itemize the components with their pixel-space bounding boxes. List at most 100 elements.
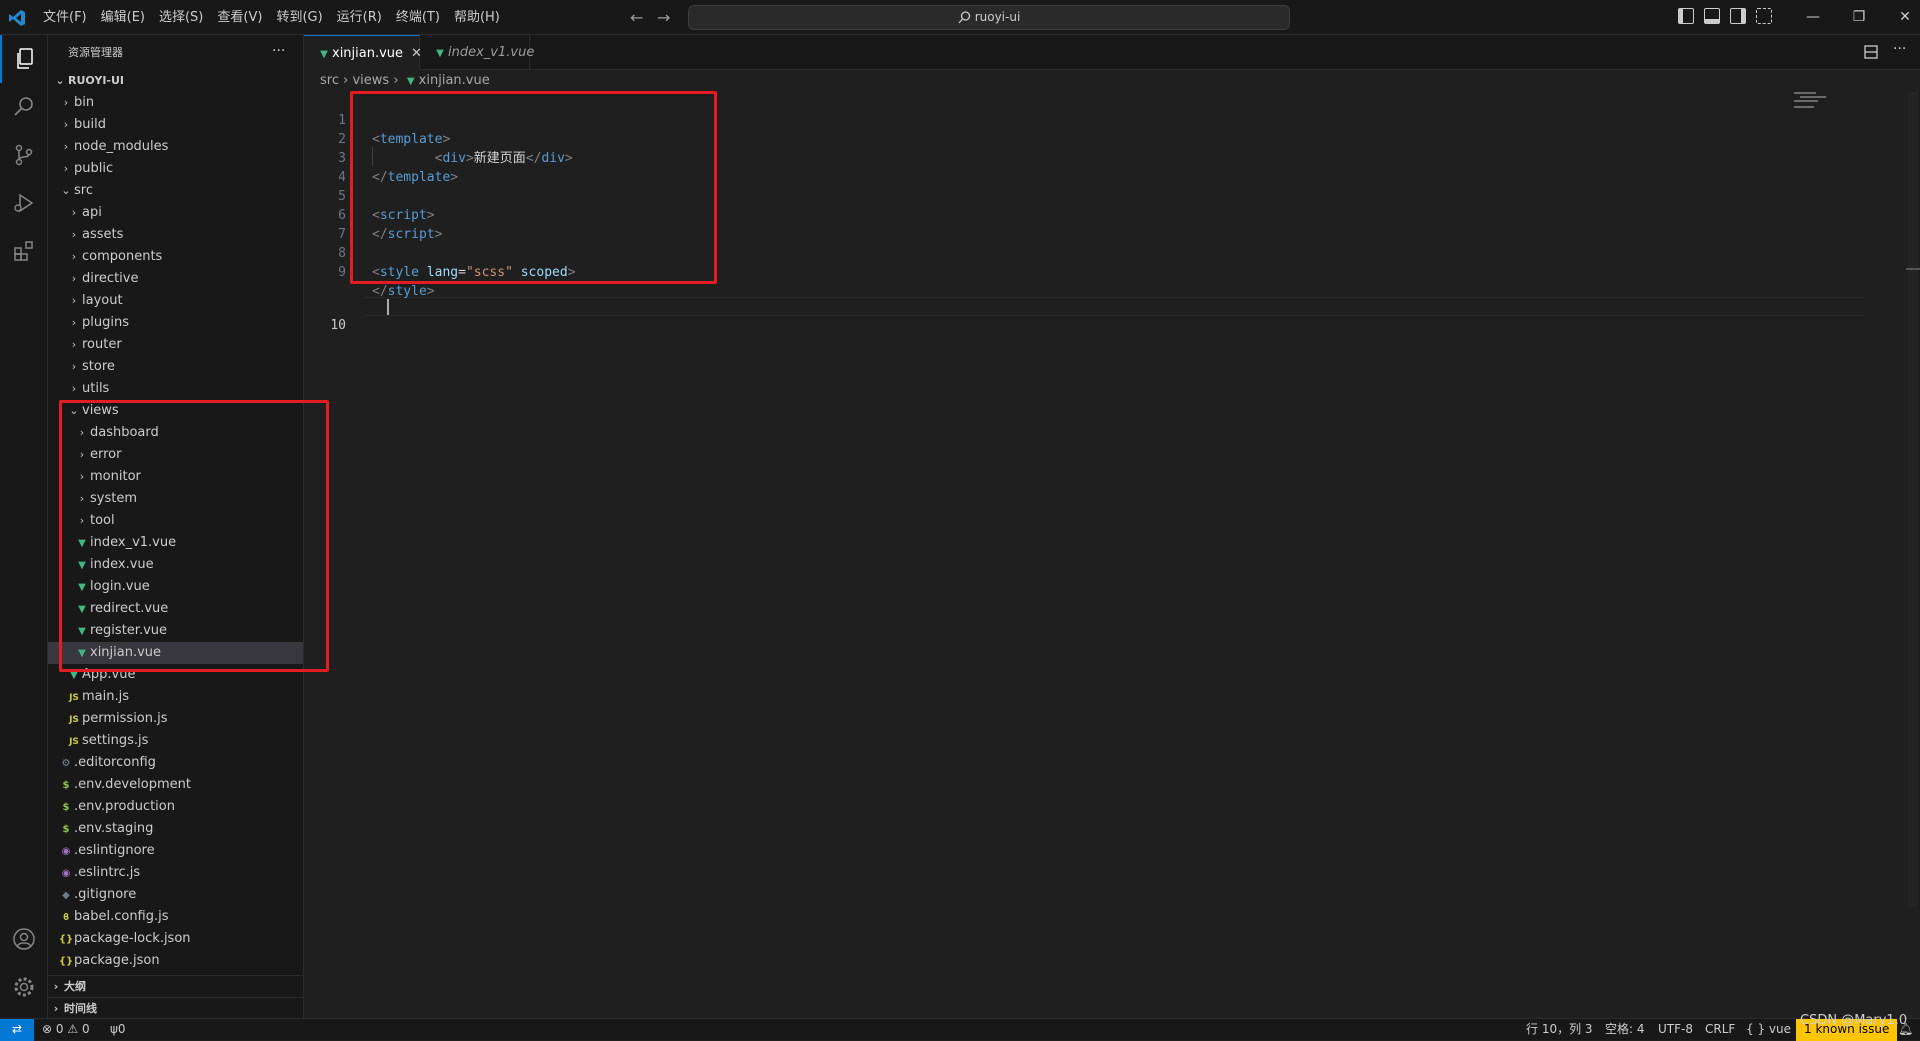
command-center-search[interactable]: ruoyi-ui <box>688 5 1290 30</box>
eslint-icon: ◉ <box>61 868 71 879</box>
close-button[interactable]: ✕ <box>1882 0 1920 35</box>
tree-file[interactable]: $ .env.staging <box>48 818 303 840</box>
tree-folder[interactable]: › build <box>48 114 303 136</box>
tree-file[interactable]: ϐ babel.config.js <box>48 906 303 928</box>
tree-folder[interactable]: › bin <box>48 92 303 114</box>
git-icon: ◆ <box>62 890 70 901</box>
json-file-icon: {} <box>58 956 74 967</box>
explorer-icon[interactable] <box>0 35 48 83</box>
source-control-icon[interactable] <box>0 131 48 179</box>
tree-file[interactable]: JS permission.js <box>48 708 303 730</box>
tree-file[interactable]: $ .env.development <box>48 774 303 796</box>
tree-item-label: babel.config.js <box>74 909 169 924</box>
tree-folder[interactable]: › api <box>48 202 303 224</box>
menu-edit[interactable]: 编辑(E) <box>94 0 152 35</box>
ports-indicator[interactable]: ψ0 <box>110 1019 126 1041</box>
chevron-right-icon: › <box>63 162 69 175</box>
command-center-text: ruoyi-ui <box>974 10 1021 24</box>
timeline-section[interactable]: › 时间线 <box>48 997 303 1018</box>
problems-indicator[interactable]: ⊗ 0 ⚠ 0 <box>42 1019 90 1041</box>
workspace-root[interactable]: ⌄ RUOYI-UI <box>48 70 303 92</box>
menu-view[interactable]: 查看(V) <box>210 0 269 35</box>
tree-folder[interactable]: › components <box>48 246 303 268</box>
indentation[interactable]: 空格: 4 <box>1605 1019 1645 1041</box>
code-line-7: 7 <box>304 206 351 242</box>
split-editor-icon[interactable] <box>1864 45 1878 59</box>
tab-xinjian-vue[interactable]: ▼ xinjian.vue ✕ <box>304 35 422 70</box>
menu-selection[interactable]: 选择(S) <box>152 0 210 35</box>
braces-icon: { } <box>1746 1022 1766 1036</box>
manage-gear-icon[interactable] <box>0 963 48 1011</box>
warning-count: 0 <box>81 1022 90 1036</box>
tree-folder[interactable]: › assets <box>48 224 303 246</box>
extensions-icon[interactable] <box>0 227 48 275</box>
vscode-logo-icon <box>9 10 25 26</box>
tree-folder[interactable]: › plugins <box>48 312 303 334</box>
chevron-right-icon: › <box>71 228 77 241</box>
language-mode[interactable]: { } vue <box>1746 1019 1791 1041</box>
tree-item-label: public <box>74 161 114 176</box>
breadcrumb-file[interactable]: xinjian.vue <box>419 73 490 88</box>
tree-item-label: node_modules <box>74 139 169 154</box>
minimap[interactable] <box>1794 90 1904 130</box>
chevron-right-icon: › <box>71 272 77 285</box>
menu-help[interactable]: 帮助(H) <box>447 0 507 35</box>
env-file-icon: $ <box>62 802 70 813</box>
menu-terminal[interactable]: 终端(T) <box>389 0 447 35</box>
search-icon[interactable] <box>0 83 48 131</box>
tree-folder[interactable]: › node_modules <box>48 136 303 158</box>
tree-file[interactable]: JS main.js <box>48 686 303 708</box>
customize-layout-icon[interactable] <box>1756 8 1772 24</box>
toggle-secondary-sidebar-icon[interactable] <box>1730 8 1746 24</box>
restore-button[interactable]: ❐ <box>1836 0 1882 35</box>
tree-file[interactable]: ◉ .eslintignore <box>48 840 303 862</box>
breadcrumb-views[interactable]: views <box>352 73 389 88</box>
remote-indicator-icon[interactable]: ⇄ <box>0 1019 34 1041</box>
run-debug-icon[interactable] <box>0 179 48 227</box>
menu-run[interactable]: 运行(R) <box>330 0 389 35</box>
tree-folder[interactable]: › router <box>48 334 303 356</box>
cursor-position[interactable]: 行 10，列 3 <box>1526 1019 1593 1041</box>
tab-index-v1-vue[interactable]: ▼ index_v1.vue <box>420 35 534 70</box>
chevron-down-icon: ⌄ <box>55 74 65 87</box>
breadcrumb-src[interactable]: src <box>320 73 339 88</box>
error-count: 0 <box>55 1022 64 1036</box>
code-line-5: 5 <script> <box>304 168 434 223</box>
accounts-icon[interactable] <box>0 915 48 963</box>
tree-folder[interactable]: ⌄ src <box>48 180 303 202</box>
tree-file[interactable]: ◉ .eslintrc.js <box>48 862 303 884</box>
tree-folder[interactable]: › public <box>48 158 303 180</box>
more-actions-icon[interactable]: ··· <box>1893 41 1906 57</box>
menu-file[interactable]: 文件(F) <box>36 0 94 35</box>
more-actions-icon[interactable]: ··· <box>272 35 285 68</box>
tree-file[interactable]: JS settings.js <box>48 730 303 752</box>
code-line-9: 9 </style> <box>304 244 434 299</box>
line-number: 9 <box>338 265 346 280</box>
tree-item-label: directive <box>82 271 139 286</box>
tree-folder[interactable]: › directive <box>48 268 303 290</box>
back-arrow-icon[interactable]: ← <box>630 8 643 27</box>
line-ending[interactable]: CRLF <box>1705 1019 1735 1041</box>
tree-file[interactable]: ⚙ .editorconfig <box>48 752 303 774</box>
tree-file[interactable]: $ .env.production <box>48 796 303 818</box>
toggle-primary-sidebar-icon[interactable] <box>1678 8 1694 24</box>
workspace-root-label: RUOYI-UI <box>68 74 125 87</box>
outline-section[interactable]: › 大纲 <box>48 975 303 997</box>
forward-arrow-icon[interactable]: → <box>657 8 670 27</box>
minimize-button[interactable]: — <box>1790 0 1836 35</box>
toggle-panel-icon[interactable] <box>1704 8 1720 24</box>
tree-item-label: package.json <box>74 953 160 968</box>
tree-file[interactable]: {}package.json <box>48 950 303 972</box>
tree-file[interactable]: {}package-lock.json <box>48 928 303 950</box>
vertical-scrollbar[interactable] <box>1908 92 1918 907</box>
code-token: style <box>387 284 427 299</box>
tree-folder[interactable]: › store <box>48 356 303 378</box>
tree-item-label: utils <box>82 381 110 396</box>
tree-file[interactable]: ◆ .gitignore <box>48 884 303 906</box>
tree-folder[interactable]: › layout <box>48 290 303 312</box>
menu-go[interactable]: 转到(G) <box>269 0 329 35</box>
encoding[interactable]: UTF-8 <box>1658 1019 1693 1041</box>
tree-folder[interactable]: › utils <box>48 378 303 400</box>
chevron-right-icon: › <box>71 294 77 307</box>
tree-item-label: components <box>82 249 163 264</box>
